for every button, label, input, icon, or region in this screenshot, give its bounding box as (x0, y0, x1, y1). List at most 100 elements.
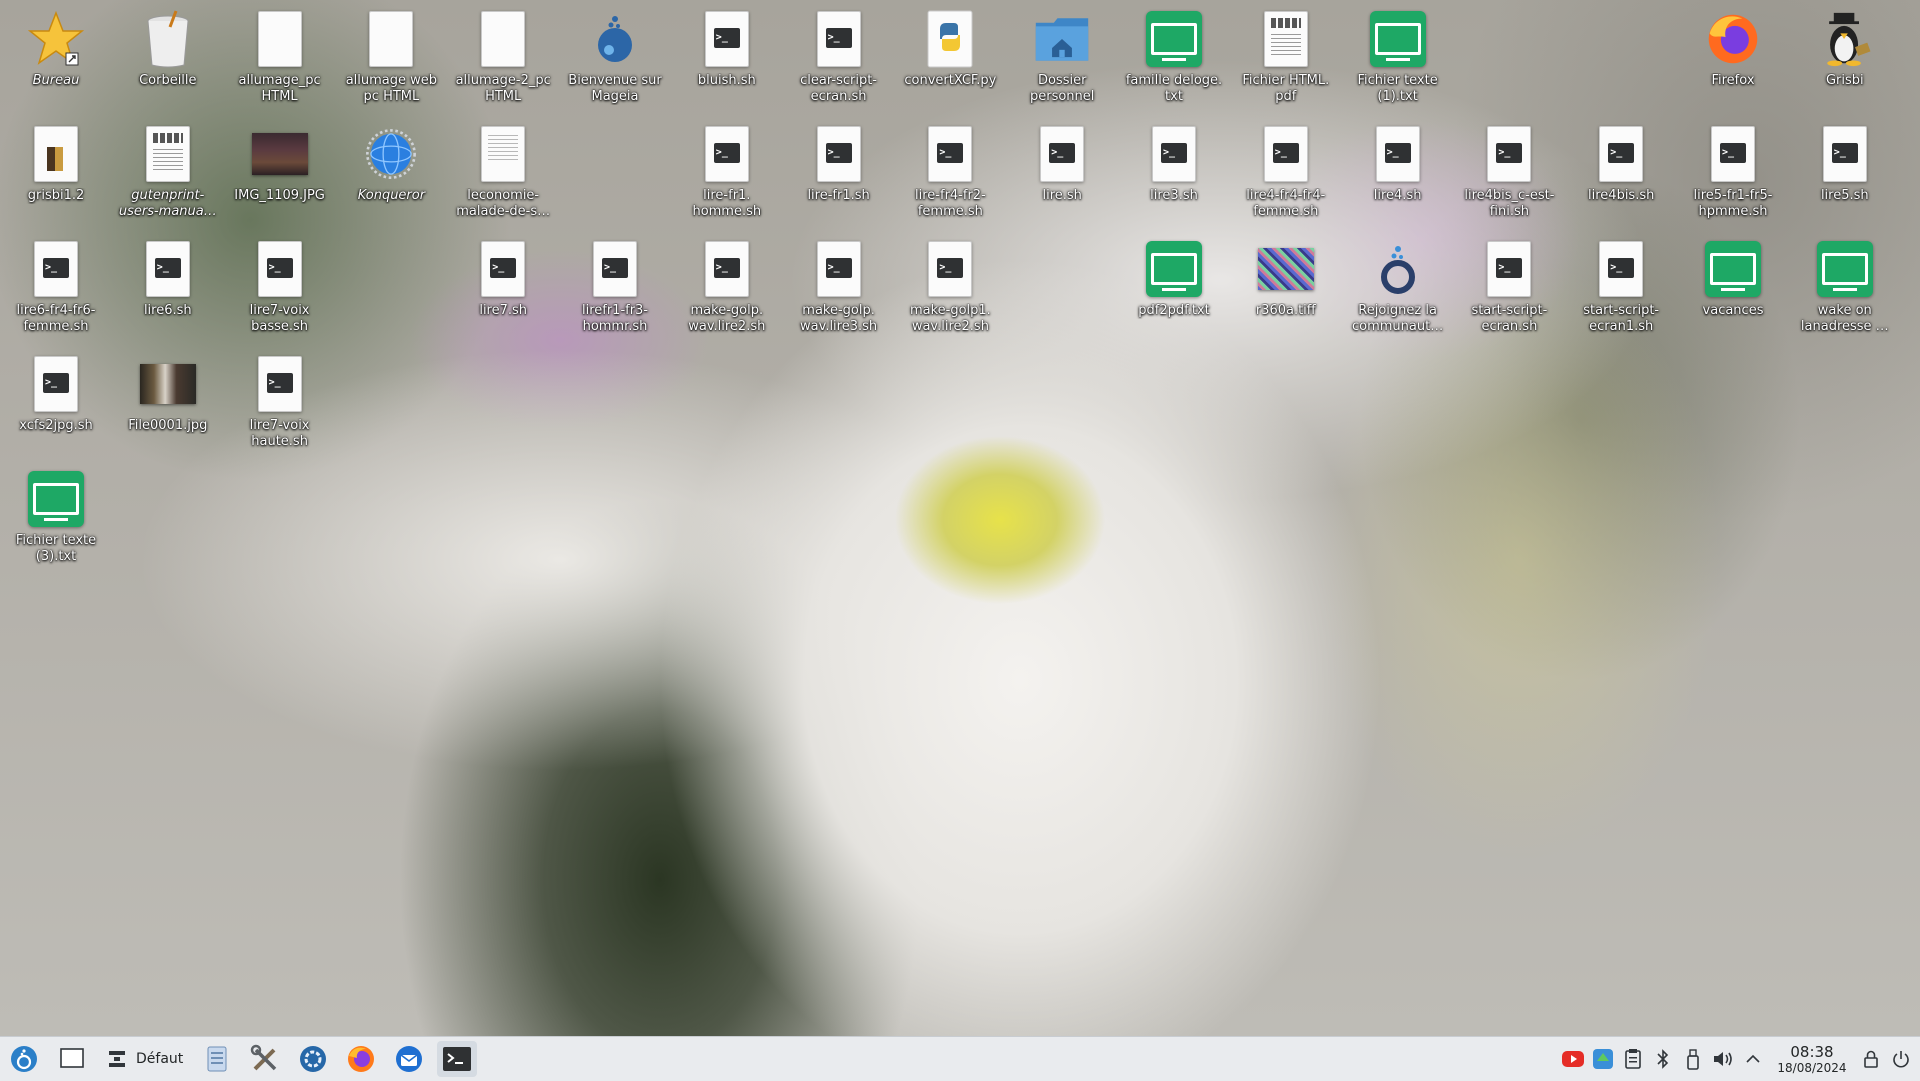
terminal-icon (443, 1047, 472, 1071)
desktop-icon[interactable]: r360a.tiff (1232, 233, 1340, 345)
tools-icon (251, 1044, 277, 1071)
show-desktop-button[interactable] (52, 1041, 92, 1077)
taskbar-firefox-button[interactable] (341, 1041, 381, 1077)
taskbar-control-center-button[interactable] (293, 1041, 333, 1077)
desktop-icon-label: lire4.sh (1373, 188, 1422, 203)
tray-update-notifier[interactable] (1588, 1044, 1618, 1074)
shell-script-icon: >_ (1593, 124, 1649, 184)
desktop-icon-label: lire7-voix basse.sh (249, 303, 310, 334)
html-document-icon (363, 9, 419, 69)
desktop-icon[interactable]: leconomie-malade-de-s… (449, 118, 557, 230)
shell-script-icon: >_ (922, 239, 978, 299)
desktop-icon[interactable]: >_ lire4bis.sh (1567, 118, 1675, 230)
desktop-icon[interactable]: convertXCF.py (896, 3, 1004, 115)
desktop-icon[interactable]: IMG_1109.JPG (226, 118, 334, 230)
desktop-icon[interactable]: >_ lire6-fr4-fr6-femme.sh (2, 233, 110, 345)
leave-button[interactable] (1886, 1044, 1916, 1074)
desktop-icon[interactable]: >_ lire6.sh (114, 233, 222, 345)
pdf-document-icon (140, 124, 196, 184)
desktop-icon[interactable]: >_ lirefr1-fr3-hommr.sh (561, 233, 669, 345)
desktop-icon[interactable]: wake on lanadresse … (1791, 233, 1899, 345)
desktop-icon[interactable]: >_ lire5-fr1-fr5-hpmme.sh (1679, 118, 1787, 230)
shell-script-icon: >_ (1370, 124, 1426, 184)
tray-bluetooth[interactable] (1648, 1044, 1678, 1074)
desktop-icon-label: Dossier personnel (1029, 73, 1095, 104)
desktop-icon[interactable]: Bienvenue sur Mageia (561, 3, 669, 115)
document-icon (475, 124, 531, 184)
desktop-icon[interactable]: Fichier HTML. pdf (1232, 3, 1340, 115)
html-document-icon (475, 9, 531, 69)
desktop-icon[interactable]: Rejoignez la communaut… (1344, 233, 1452, 345)
desktop-icon[interactable]: >_ lire3.sh (1120, 118, 1228, 230)
tray-youtube[interactable] (1558, 1044, 1588, 1074)
desktop[interactable]: Bureau Corbeille allumage_pc HTML allumage … (0, 0, 1920, 1036)
desktop-icon[interactable]: >_ lire7-voix haute.sh (226, 348, 334, 460)
tray-volume[interactable] (1708, 1044, 1738, 1074)
application-launcher-button[interactable] (4, 1041, 44, 1077)
shell-script-icon: >_ (1034, 124, 1090, 184)
desktop-icon[interactable]: Bureau (2, 3, 110, 115)
desktop-icon[interactable]: >_ lire7.sh (449, 233, 557, 345)
desktop-icon[interactable]: famille deloge. txt (1120, 3, 1228, 115)
file-manager-icon (207, 1046, 227, 1072)
desktop-icon[interactable]: allumage-2_pc HTML (449, 3, 557, 115)
desktop-icon[interactable]: >_ make-golp. wav.lire3.sh (785, 233, 893, 345)
taskbar-thunderbird-button[interactable] (389, 1041, 429, 1077)
desktop-icon[interactable]: Dossier personnel (1008, 3, 1116, 115)
desktop-icon[interactable]: >_ lire7-voix basse.sh (226, 233, 334, 345)
desktop-icon[interactable]: Corbeille (114, 3, 222, 115)
desktop-icon[interactable]: >_ bluish.sh (673, 3, 781, 115)
desktop-icon[interactable]: Grisbi (1791, 3, 1899, 115)
activity-switcher[interactable]: Défaut (100, 1041, 189, 1077)
activity-label: Défaut (136, 1051, 184, 1067)
desktop-icon[interactable]: >_ clear-script-ecran.sh (785, 3, 893, 115)
desktop-icon[interactable]: >_ lire4-fr4-fr4-femme.sh (1232, 118, 1340, 230)
desktop-icon[interactable]: File0001.jpg (114, 348, 222, 460)
desktop-icon[interactable]: >_ make-golp. wav.lire2.sh (673, 233, 781, 345)
taskbar-files-button[interactable] (197, 1041, 237, 1077)
tray-clipboard[interactable] (1618, 1044, 1648, 1074)
desktop-icon[interactable]: >_ lire-fr1. homme.sh (673, 118, 781, 230)
tray-usb-devices[interactable] (1678, 1044, 1708, 1074)
python-file-icon (922, 9, 978, 69)
lock-screen-button[interactable] (1856, 1044, 1886, 1074)
desktop-icon[interactable]: >_ start-script-ecran1.sh (1567, 233, 1675, 345)
shell-script-icon: >_ (28, 239, 84, 299)
desktop-icon[interactable]: >_ lire4bis_c-est-fini.sh (1455, 118, 1563, 230)
desktop-icon[interactable]: >_ start-script-ecran.sh (1455, 233, 1563, 345)
lock-icon (1864, 1050, 1878, 1068)
desktop-icon-label: lire4bis_c-est-fini.sh (1464, 188, 1555, 219)
desktop-icon[interactable]: >_ xcfs2jpg.sh (2, 348, 110, 460)
taskbar-terminal-button[interactable] (437, 1041, 478, 1077)
desktop-icon[interactable]: allumage_pc HTML (226, 3, 334, 115)
shell-script-icon: >_ (699, 124, 755, 184)
desktop-icon[interactable]: >_ lire.sh (1008, 118, 1116, 230)
desktop-icon-label: wake on lanadresse … (1800, 303, 1889, 334)
desktop-icon[interactable]: pdf2pdf.txt (1120, 233, 1228, 345)
desktop-icon[interactable]: Fichier texte (1).txt (1344, 3, 1452, 115)
desktop-icon[interactable]: vacances (1679, 233, 1787, 345)
tiff-image-icon (1257, 239, 1314, 299)
desktop-icon[interactable]: Firefox (1679, 3, 1787, 115)
desktop-icon[interactable]: Fichier texte (3).txt (2, 463, 110, 575)
desktop-folder-icon (28, 9, 84, 69)
taskbar-system-settings-button[interactable] (245, 1041, 285, 1077)
desktop-icon-label: Bureau (32, 73, 80, 88)
desktop-icon[interactable]: allumage web pc HTML (337, 3, 445, 115)
shell-script-icon: >_ (587, 239, 643, 299)
show-desktop-icon (60, 1048, 84, 1068)
desktop-icon-label: lire6-fr4-fr6-femme.sh (16, 303, 96, 334)
digital-clock[interactable]: 08:38 18/08/2024 (1768, 1043, 1856, 1075)
desktop-icon-label: lire7.sh (479, 303, 528, 318)
desktop-icon[interactable]: gutenprint-users-manua… (114, 118, 222, 230)
desktop-icon[interactable]: >_ lire-fr4-fr2-femme.sh (896, 118, 1004, 230)
shell-script-icon: >_ (1481, 124, 1537, 184)
desktop-icon[interactable]: >_ lire4.sh (1344, 118, 1452, 230)
desktop-icon[interactable]: >_ make-golp1. wav.lire2.sh (896, 233, 1004, 345)
tray-expand-button[interactable] (1738, 1044, 1768, 1074)
desktop-icon[interactable]: >_ lire5.sh (1791, 118, 1899, 230)
desktop-icon[interactable]: grisbi1.2 (2, 118, 110, 230)
desktop-icon[interactable]: Konqueror (337, 118, 445, 230)
desktop-icon[interactable]: >_ lire-fr1.sh (785, 118, 893, 230)
desktop-icon-label: gutenprint-users-manua… (118, 188, 217, 219)
